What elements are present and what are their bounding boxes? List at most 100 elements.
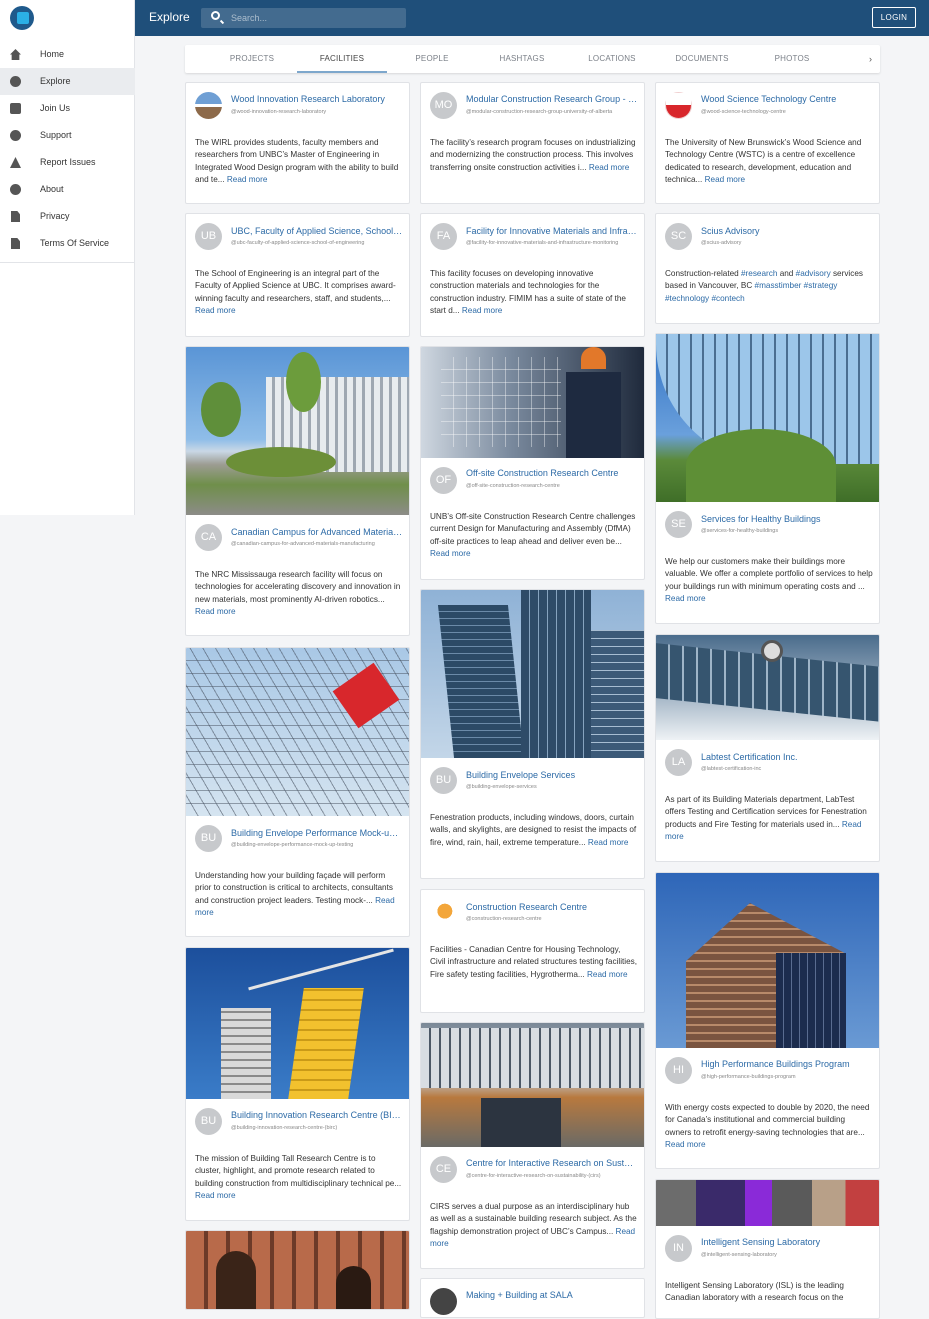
card-description: CIRS serves a dual purpose as an interdi…	[430, 1202, 637, 1249]
facility-photo	[656, 635, 879, 740]
facility-card[interactable]: SE Services for Healthy Buildings @servi…	[655, 333, 880, 624]
hashtag-link[interactable]: #strategy	[804, 281, 838, 290]
facility-card[interactable]: UB UBC, Faculty of Applied Science, Scho…	[185, 213, 410, 337]
tab-people[interactable]: PEOPLE	[387, 45, 477, 73]
search-input[interactable]	[231, 10, 401, 26]
sidebar: Home Explore Join Us Support Report Issu…	[0, 36, 135, 515]
card-handle: @facility-for-innovative-materials-and-i…	[466, 240, 619, 246]
card-title[interactable]: Facility for Innovative Materials and In…	[466, 226, 638, 236]
card-title[interactable]: Canadian Campus for Advanced Materials M…	[231, 527, 403, 537]
sidebar-item-support[interactable]: Support	[0, 122, 135, 149]
card-title[interactable]: Building Innovation Research Centre (BIR…	[231, 1110, 403, 1120]
read-more-link[interactable]: Read more	[665, 594, 706, 603]
sidebar-item-label: Home	[40, 49, 65, 59]
tab-facilities[interactable]: FACILITIES	[297, 45, 387, 73]
sidebar-item-label: About	[40, 184, 64, 194]
read-more-link[interactable]: Read more	[665, 1140, 706, 1149]
chevron-right-icon[interactable]: ›	[869, 54, 872, 64]
facility-card[interactable]: FA Facility for Innovative Materials and…	[420, 213, 645, 337]
sidebar-item-explore[interactable]: Explore	[0, 68, 135, 95]
card-title[interactable]: Building Envelope Performance Mock-up Te…	[231, 828, 403, 838]
sidebar-item-report-issues[interactable]: Report Issues	[0, 149, 135, 176]
facility-card[interactable]: MO Modular Construction Research Group -…	[420, 82, 645, 204]
read-more-link[interactable]: Read more	[430, 549, 471, 558]
facility-card[interactable]: OF Off-site Construction Research Centre…	[420, 346, 645, 580]
facility-card[interactable]: BU Building Envelope Services @building-…	[420, 589, 645, 879]
logo-area[interactable]	[0, 0, 135, 36]
card-handle: @labtest-certification-inc	[701, 766, 762, 772]
hashtag-link[interactable]: #research	[741, 269, 777, 278]
card-title[interactable]: Off-site Construction Research Centre	[466, 468, 638, 478]
facility-card[interactable]: HI High Performance Buildings Program @h…	[655, 872, 880, 1169]
app-logo[interactable]	[10, 6, 34, 30]
card-handle: @wood-innovation-research-laboratory	[231, 109, 327, 115]
facility-card[interactable]	[185, 1230, 410, 1310]
card-description: Construction-related #research and #advi…	[665, 269, 863, 303]
card-description: The School of Engineering is an integral…	[195, 269, 396, 316]
sidebar-item-terms-of-service[interactable]: Terms Of Service	[0, 230, 135, 257]
read-more-link[interactable]: Read more	[195, 306, 236, 315]
facility-card[interactable]: Construction Research Centre @constructi…	[420, 889, 645, 1013]
card-title[interactable]: Wood Science Technology Centre	[701, 94, 873, 104]
tab-projects[interactable]: PROJECTS	[207, 45, 297, 73]
avatar: BU	[195, 825, 222, 852]
read-more-link[interactable]: Read more	[705, 175, 746, 184]
sidebar-item-label: Report Issues	[40, 157, 96, 167]
card-title[interactable]: Modular Construction Research Group - Un…	[466, 94, 638, 104]
tab-documents[interactable]: DOCUMENTS	[657, 45, 747, 73]
card-title[interactable]: Wood Innovation Research Laboratory	[231, 94, 403, 104]
card-title[interactable]: Labtest Certification Inc.	[701, 752, 873, 762]
facility-photo	[186, 1231, 409, 1309]
facility-card[interactable]: Wood Science Technology Centre @wood-sci…	[655, 82, 880, 204]
card-title[interactable]: High Performance Buildings Program	[701, 1059, 873, 1069]
card-title[interactable]: Centre for Interactive Research on Susta…	[466, 1158, 638, 1168]
facility-card[interactable]: CE Centre for Interactive Research on Su…	[420, 1022, 645, 1269]
card-title[interactable]: Making + Building at SALA	[466, 1290, 638, 1300]
read-more-link[interactable]: Read more	[195, 1191, 236, 1200]
read-more-link[interactable]: Read more	[462, 306, 503, 315]
card-title[interactable]: Construction Research Centre	[466, 902, 638, 912]
sidebar-item-join-us[interactable]: Join Us	[0, 95, 135, 122]
tab-hashtags[interactable]: HASHTAGS	[477, 45, 567, 73]
explore-tabs: PROJECTS FACILITIES PEOPLE HASHTAGS LOCA…	[185, 45, 880, 73]
card-title[interactable]: Intelligent Sensing Laboratory	[701, 1237, 873, 1247]
card-title[interactable]: Building Envelope Services	[466, 770, 638, 780]
hashtag-link[interactable]: #technology	[665, 294, 709, 303]
avatar	[430, 899, 457, 926]
facility-card[interactable]: LA Labtest Certification Inc. @labtest-c…	[655, 634, 880, 862]
hashtag-link[interactable]: #masstimber	[755, 281, 802, 290]
facility-card[interactable]: IN Intelligent Sensing Laboratory @intel…	[655, 1179, 880, 1319]
read-more-link[interactable]: Read more	[589, 163, 630, 172]
facility-photo	[186, 948, 409, 1099]
sidebar-item-label: Support	[40, 130, 72, 140]
facility-card[interactable]: CA Canadian Campus for Advanced Material…	[185, 346, 410, 636]
read-more-link[interactable]: Read more	[195, 607, 236, 616]
hashtag-link[interactable]: #contech	[711, 294, 744, 303]
login-button[interactable]: LOGIN	[872, 7, 916, 28]
read-more-link[interactable]: Read more	[227, 175, 268, 184]
search-box[interactable]	[201, 8, 406, 28]
card-title[interactable]: Scius Advisory	[701, 226, 873, 236]
read-more-link[interactable]: Read more	[587, 970, 628, 979]
sidebar-item-home[interactable]: Home	[0, 41, 135, 68]
avatar: HI	[665, 1057, 692, 1084]
hashtag-link[interactable]: #advisory	[796, 269, 831, 278]
facility-card[interactable]: SC Scius Advisory @scius-advisory Constr…	[655, 213, 880, 324]
read-more-link[interactable]: Read more	[588, 838, 629, 847]
tab-photos[interactable]: PHOTOS	[747, 45, 837, 73]
sidebar-item-privacy[interactable]: Privacy	[0, 203, 135, 230]
card-title[interactable]: Services for Healthy Buildings	[701, 514, 873, 524]
facility-card[interactable]: BU Building Innovation Research Centre (…	[185, 947, 410, 1221]
avatar	[430, 1288, 457, 1315]
facility-card[interactable]: BU Building Envelope Performance Mock-up…	[185, 647, 410, 937]
sidebar-item-label: Privacy	[40, 211, 70, 221]
tab-locations[interactable]: LOCATIONS	[567, 45, 657, 73]
top-app-bar: Explore LOGIN	[0, 0, 929, 36]
card-title[interactable]: UBC, Faculty of Applied Science, School …	[231, 226, 403, 236]
facility-card[interactable]: Making + Building at SALA	[420, 1278, 645, 1318]
card-description: The mission of Building Tall Research Ce…	[195, 1154, 402, 1201]
sidebar-divider	[0, 262, 135, 263]
facility-card[interactable]: Wood Innovation Research Laboratory @woo…	[185, 82, 410, 204]
sidebar-item-label: Explore	[40, 76, 71, 86]
sidebar-item-about[interactable]: About	[0, 176, 135, 203]
